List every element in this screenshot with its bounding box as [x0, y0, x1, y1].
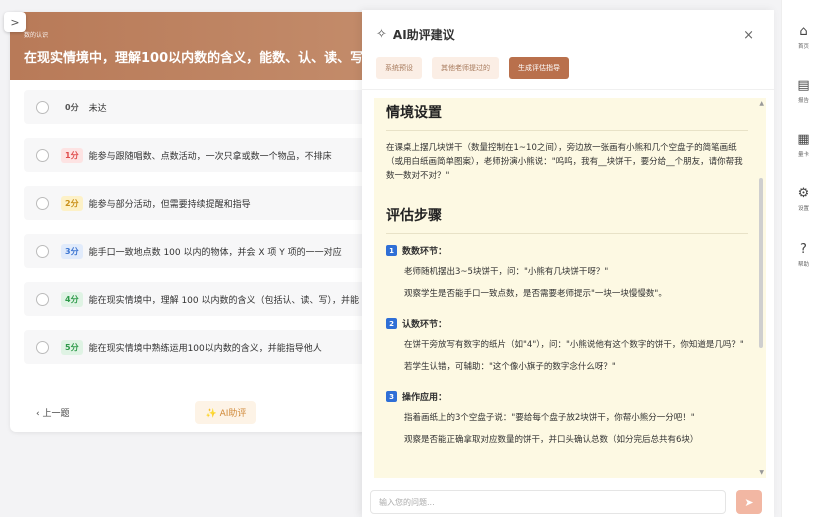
score-option-1[interactable]: 1分 能参与跟随唱数、点数活动，一次只拿或数一个物品，不排床	[24, 138, 400, 172]
nav-label: 报告	[797, 98, 809, 104]
nav-label: 首页	[797, 44, 809, 50]
score-option-2[interactable]: 2分 能参与部分活动，但需要持续提醒和指导	[24, 186, 400, 220]
prev-label: 上一题	[42, 408, 70, 419]
breadcrumb: 数的认识	[24, 32, 49, 39]
report-icon: ▤	[797, 78, 810, 93]
step-line: 老师随机摆出3~5块饼干，问："小熊有几块饼干呀？"	[404, 267, 609, 277]
question-input[interactable]: 输入您的问题...	[370, 490, 726, 514]
tab-system-preset[interactable]: 系统预设	[376, 57, 422, 79]
scenario-heading: 情境设置	[386, 102, 748, 131]
ai-suggestion-drawer: ✧ AI助评建议 × 系统预设 其他老师提过的 生成评估指导 情境设置 在课桌上…	[362, 10, 774, 517]
assessment-header: 数的认识 在现实情境中，理解100以内数的含义，能数、认、读、写	[10, 12, 410, 80]
nav-report[interactable]: ▤ 报告	[782, 78, 824, 104]
score-option-0[interactable]: 0分 未达	[24, 90, 400, 124]
option-text: 能参与部分活动，但需要持续提醒和指导	[88, 199, 251, 210]
prev-question-button[interactable]: ‹ 上一题	[36, 406, 69, 419]
help-icon: ?	[800, 242, 807, 257]
score-options: 0分 未达 1分 能参与跟随唱数、点数活动，一次只拿或数一个物品，不排床 2分 …	[10, 80, 410, 364]
score-badge: 4分	[61, 291, 83, 307]
step-title: 2 认数环节：	[386, 317, 748, 330]
step-title: 3 操作应用：	[386, 390, 748, 403]
close-icon[interactable]: ×	[743, 28, 754, 43]
tab-generate-guidance[interactable]: 生成评估指导	[509, 57, 569, 79]
radio-button[interactable]	[36, 148, 49, 162]
ai-assess-label: AI助评	[219, 408, 247, 419]
score-badge: 1分	[61, 147, 83, 163]
drawer-header: ✧ AI助评建议 × 系统预设 其他老师提过的 生成评估指导	[362, 10, 774, 90]
step-title: 1 数数环节：	[386, 244, 748, 257]
drawer-title: AI助评建议	[392, 28, 455, 42]
collapse-toggle-button[interactable]: >	[4, 12, 26, 32]
nav-help[interactable]: ? 帮助	[782, 242, 824, 268]
option-text: 能在现实情境中熟练运用100以内数的含义，并能指导他人	[88, 343, 322, 354]
step-line: 若学生认错，可辅助："这个像小旗子的数字念什么呀？"	[404, 362, 616, 372]
step-number: 1	[386, 245, 397, 256]
radio-button[interactable]	[36, 244, 49, 258]
scroll-down-icon[interactable]: ▼	[759, 469, 764, 476]
step-number: 3	[386, 391, 397, 402]
nav-label: 设置	[797, 206, 809, 212]
option-text: 能参与跟随唱数、点数活动，一次只拿或数一个物品，不排床	[88, 151, 332, 162]
step-line: 在饼干旁放写有数字的纸片（如"4"），问："小熊说他有这个数字的饼干，你知道是几…	[404, 340, 744, 350]
sparkle-icon: ✨	[205, 408, 217, 419]
drawer-title-row: ✧ AI助评建议	[376, 26, 760, 43]
send-button[interactable]: ➤	[736, 490, 762, 514]
score-option-3[interactable]: 3分 能手口一致地点数 100 以内的物体，并会 X 项 Y 项的一一对应	[24, 234, 400, 268]
assessment-footer: ‹ 上一题 ✨ AI助评	[10, 392, 410, 432]
nav-home[interactable]: ⌂ 首页	[782, 24, 824, 50]
tab-other-teachers[interactable]: 其他老师提过的	[432, 57, 499, 79]
nav-card[interactable]: ▦ 量卡	[782, 132, 824, 158]
ai-assess-button[interactable]: ✨ AI助评	[195, 400, 257, 424]
step-title-text: 操作应用：	[402, 393, 448, 403]
option-text: 未达	[88, 103, 107, 114]
guidance-content: 情境设置 在课桌上摆几块饼干（数量控制在1~10之间），旁边放一张画有小熊和几个…	[374, 98, 766, 478]
radio-button[interactable]	[36, 292, 49, 306]
card-icon: ▦	[797, 132, 810, 147]
assessment-title: 在现实情境中，理解100以内数的含义，能数、认、读、写	[24, 51, 364, 66]
radio-button[interactable]	[36, 196, 49, 210]
steps-heading: 评估步骤	[386, 205, 748, 234]
radio-button[interactable]	[36, 340, 49, 354]
scroll-up-icon[interactable]: ▲	[759, 100, 764, 107]
nav-label: 量卡	[797, 152, 809, 158]
step-number: 2	[386, 318, 397, 329]
option-text: 能在现实情境中，理解 100 以内数的含义（包括认、读、写），并能	[88, 295, 359, 306]
scrollbar-thumb[interactable]	[759, 178, 763, 348]
right-nav-rail: ⌂ 首页 ▤ 报告 ▦ 量卡 ⚙ 设置 ? 帮助	[781, 0, 824, 517]
step-title-text: 认数环节：	[402, 320, 448, 330]
option-text: 能手口一致地点数 100 以内的物体，并会 X 项 Y 项的一一对应	[88, 247, 342, 258]
step-line: 指着画纸上的3个空盘子说："要给每个盘子放2块饼干，你帮小熊分一分吧！"	[404, 413, 695, 423]
drawer-tabs: 系统预设 其他老师提过的 生成评估指导	[376, 57, 760, 79]
nav-label: 帮助	[797, 262, 809, 268]
step-line: 观察学生是否能手口一致点数，是否需要老师提示"一块一块慢慢数"。	[404, 289, 667, 299]
sparkle-icon: ✧	[376, 27, 387, 42]
step-line: 观察是否能正确拿取对应数量的饼干，并口头确认总数（如分完后总共有6块）	[404, 435, 699, 445]
gear-icon: ⚙	[797, 186, 810, 201]
step-title-text: 数数环节：	[402, 247, 448, 257]
score-badge: 5分	[61, 339, 83, 355]
home-icon: ⌂	[799, 24, 808, 39]
scenario-text: 在课桌上摆几块饼干（数量控制在1~10之间），旁边放一张画有小熊和几个空盘子的简…	[386, 143, 743, 181]
assessment-card: 数的认识 在现实情境中，理解100以内数的含义，能数、认、读、写 0分 未达 1…	[10, 12, 410, 432]
score-badge: 0分	[65, 102, 79, 112]
score-option-5[interactable]: 5分 能在现实情境中熟练运用100以内数的含义，并能指导他人	[24, 330, 400, 364]
score-option-4[interactable]: 4分 能在现实情境中，理解 100 以内数的含义（包括认、读、写），并能	[24, 282, 400, 316]
score-badge: 2分	[61, 195, 83, 211]
radio-button[interactable]	[36, 100, 49, 114]
score-badge: 3分	[61, 243, 83, 259]
nav-settings[interactable]: ⚙ 设置	[782, 186, 824, 212]
